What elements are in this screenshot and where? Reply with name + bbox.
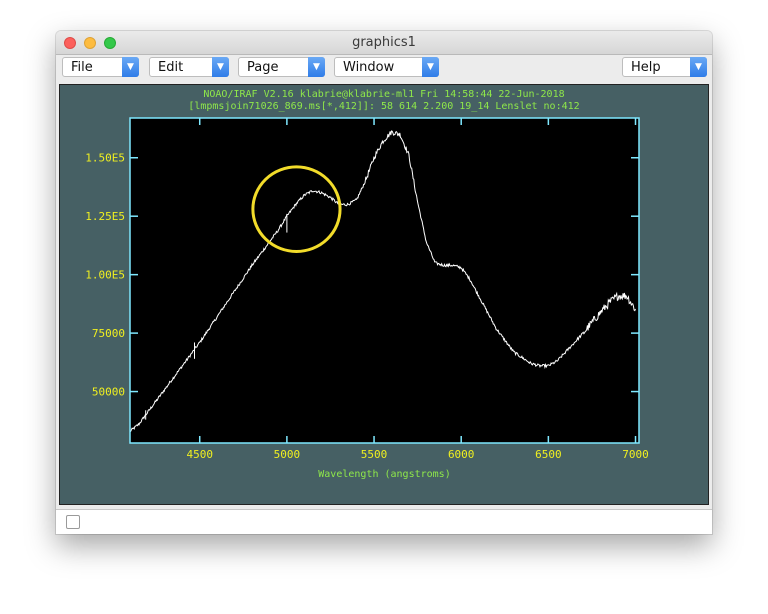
page-menu-label: Page xyxy=(247,60,279,75)
plot-area xyxy=(130,118,639,443)
chevron-down-icon: ▼ xyxy=(122,57,139,77)
spectrum-plot: NOAO/IRAF V2.16 klabrie@klabrie-ml1 Fri … xyxy=(85,89,649,480)
window-menu-label: Window xyxy=(343,60,395,75)
x-tick-label: 7000 xyxy=(622,448,649,461)
chevron-down-icon: ▼ xyxy=(690,57,707,77)
edit-menu-label: Edit xyxy=(158,60,184,75)
x-tick-label: 5000 xyxy=(274,448,301,461)
y-tick-label: 50000 xyxy=(92,386,125,399)
plot-header-line-2: [lmpmsjoin71026_869.ms[*,412]]: 58 614 2… xyxy=(188,101,579,112)
window-title: graphics1 xyxy=(352,35,416,50)
graphics-canvas[interactable]: NOAO/IRAF V2.16 klabrie@klabrie-ml1 Fri … xyxy=(59,84,709,505)
chevron-down-icon: ▼ xyxy=(212,57,229,77)
x-tick-label: 4500 xyxy=(186,448,213,461)
x-tick-label: 5500 xyxy=(361,448,388,461)
help-menu[interactable]: Help ▼ xyxy=(622,57,707,77)
title-bar[interactable]: graphics1 xyxy=(56,31,712,55)
chevron-down-icon: ▼ xyxy=(422,57,439,77)
file-menu[interactable]: File ▼ xyxy=(62,57,139,77)
chevron-down-icon: ▼ xyxy=(308,57,325,77)
x-tick-label: 6500 xyxy=(535,448,562,461)
y-tick-label: 75000 xyxy=(92,327,125,340)
help-menu-label: Help xyxy=(631,60,661,75)
graphics-window: graphics1 File ▼ Edit ▼ Page ▼ Window ▼ … xyxy=(56,31,712,534)
file-menu-label: File xyxy=(71,60,93,75)
y-tick-label: 1.00E5 xyxy=(85,269,125,282)
y-tick-label: 1.25E5 xyxy=(85,210,125,223)
window-menu[interactable]: Window ▼ xyxy=(334,57,439,77)
y-tick-label: 1.50E5 xyxy=(85,152,125,165)
menu-bar: File ▼ Edit ▼ Page ▼ Window ▼ Help ▼ xyxy=(56,55,712,83)
status-bar xyxy=(56,509,712,534)
page-menu[interactable]: Page ▼ xyxy=(238,57,325,77)
x-axis-label: Wavelength (angstroms) xyxy=(318,469,450,480)
status-checkbox[interactable] xyxy=(66,515,80,529)
edit-menu[interactable]: Edit ▼ xyxy=(149,57,229,77)
plot-header-line-1: NOAO/IRAF V2.16 klabrie@klabrie-ml1 Fri … xyxy=(203,89,564,100)
x-tick-label: 6000 xyxy=(448,448,475,461)
